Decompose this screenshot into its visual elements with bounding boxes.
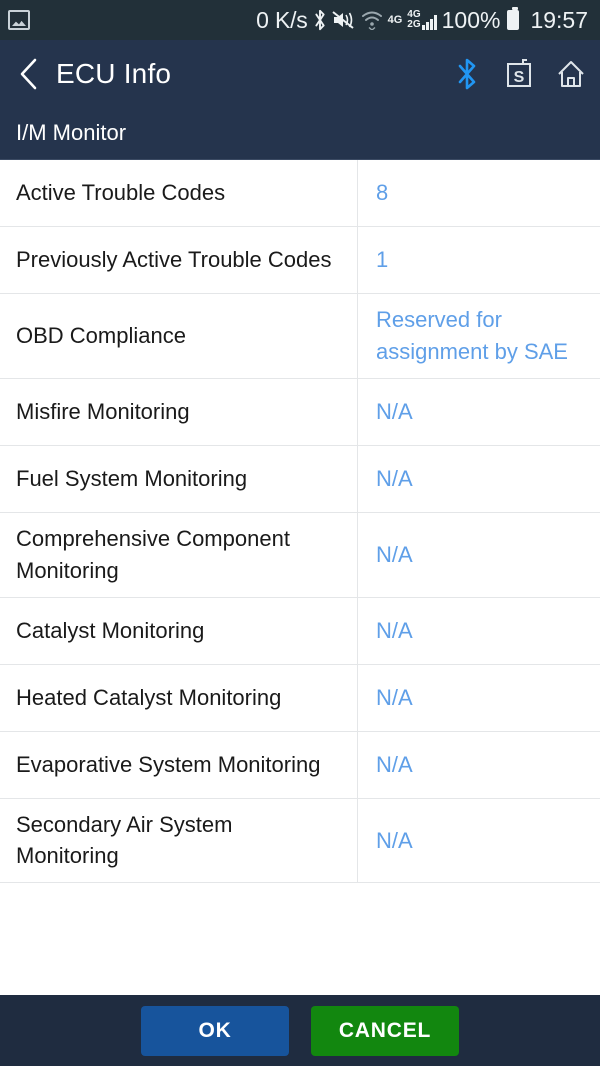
status-bar: 0 K/s 4G 4G 2G 100% 19:57 [0,0,600,40]
app-bar: ECU Info S [0,40,600,107]
volume-mute-vibrate-icon [331,11,354,29]
row-label: Heated Catalyst Monitoring [0,664,358,731]
section-header: I/M Monitor [0,107,600,160]
bluetooth-icon[interactable] [452,58,482,90]
row-value: N/A [376,541,413,567]
back-chevron-icon[interactable] [16,57,42,91]
table-row[interactable]: Heated Catalyst Monitoring N/A [0,664,600,732]
table-row[interactable]: Misfire Monitoring N/A [0,378,600,446]
table-row[interactable]: Fuel System Monitoring N/A [0,445,600,513]
network-speed-label: 0 K/s [256,6,308,33]
row-value: N/A [376,398,413,424]
row-label: Comprehensive Component Monitoring [0,512,358,597]
table-row[interactable]: OBD Compliance Reserved for assignment by… [0,294,600,379]
table-row[interactable]: Catalyst Monitoring N/A [0,597,600,665]
row-label: OBD Compliance [0,294,358,378]
status-bar-left [8,10,30,30]
table-row[interactable]: Active Trouble Codes 8 [0,160,600,227]
row-label: Catalyst Monitoring [0,597,358,664]
bottom-action-bar: OK CANCEL [0,995,600,1066]
table-row[interactable]: Evaporative System Monitoring N/A [0,731,600,799]
bluetooth-icon [314,9,325,31]
row-value: N/A [376,827,413,853]
signal-indicator-2: 4G 2G [407,10,437,30]
page-title: ECU Info [56,57,172,89]
row-value: N/A [376,617,413,643]
row-value: 1 [376,247,389,273]
network-type-label-2b: 2G [407,19,421,30]
row-value: N/A [376,751,413,777]
row-label: Previously Active Trouble Codes [0,227,358,293]
s-box-icon[interactable]: S [504,58,534,90]
home-icon[interactable] [556,58,586,90]
app-bar-actions: S [452,58,586,90]
table-row[interactable]: Comprehensive Component Monitoring N/A [0,512,600,598]
row-value: Reserved for assignment by SAE [376,307,568,364]
ok-button[interactable]: OK [141,1005,289,1056]
status-bar-right: 0 K/s 4G 4G 2G 100% 19:57 [256,6,588,33]
network-type-label-2: 4G 2G [407,10,420,30]
clock-label: 19:57 [530,6,588,33]
wifi-icon [361,11,382,30]
row-label: Evaporative System Monitoring [0,731,358,798]
app-root: 0 K/s 4G 4G 2G 100% 19:57 ECU Info S I/M… [0,0,600,1066]
row-label: Active Trouble Codes [0,160,358,226]
row-value: N/A [376,684,413,710]
row-label: Misfire Monitoring [0,378,358,445]
table-body: Active Trouble Codes 8 Previously Active T… [0,160,600,884]
ecu-info-table[interactable]: Active Trouble Codes 8 Previously Active T… [0,160,600,1066]
row-value: 8 [376,180,389,206]
battery-full-icon [507,7,520,30]
section-title: I/M Monitor [16,120,127,145]
row-label: Fuel System Monitoring [0,445,358,512]
image-icon [8,10,30,30]
table-row[interactable]: Secondary Air System Monitoring N/A [0,798,600,884]
signal-bars-icon [421,14,437,30]
battery-percent-label: 100% [441,6,501,33]
table-row[interactable]: Previously Active Trouble Codes 1 [0,227,600,294]
network-type-label-1: 4G [387,13,403,26]
row-value: N/A [376,465,413,491]
row-label: Secondary Air System Monitoring [0,798,358,883]
cancel-button[interactable]: CANCEL [311,1005,459,1056]
svg-text:S: S [514,69,525,86]
